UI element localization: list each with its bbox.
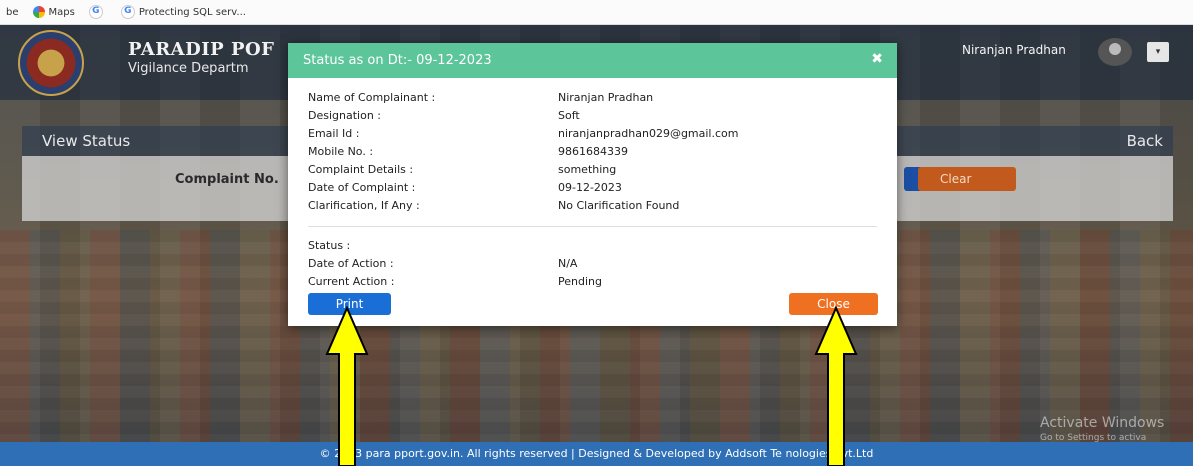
field-label-status: Status :: [308, 239, 351, 252]
field-label-complaint-details: Complaint Details :: [308, 163, 414, 176]
arrow-up-icon: [325, 306, 369, 466]
field-label-mobile: Mobile No. :: [308, 145, 374, 158]
clear-button[interactable]: Clear: [918, 167, 1016, 191]
bookmarks-bar: be Maps G G Protecting SQL serv...: [0, 0, 1193, 25]
status-modal: Status as on Dt:- 09-12-2023 ✖ Name of C…: [288, 43, 897, 326]
field-value-current-action: Pending: [558, 275, 602, 288]
modal-header: Status as on Dt:- 09-12-2023 ✖: [288, 43, 897, 78]
field-label-date-of-complaint: Date of Complaint :: [308, 181, 416, 194]
field-label-email: Email Id :: [308, 127, 360, 140]
field-value-complaint-details: something: [558, 163, 617, 176]
user-name: Niranjan Pradhan: [962, 43, 1066, 57]
modal-divider: [308, 226, 877, 227]
paradip-port-logo: [18, 30, 84, 96]
maps-icon: [32, 6, 45, 18]
field-label-date-of-action: Date of Action :: [308, 257, 394, 270]
arrow-up-icon: [814, 306, 858, 466]
field-value-email: niranjanpradhan029@gmail.com: [558, 127, 739, 140]
field-value-mobile: 9861684339: [558, 145, 628, 158]
field-value-name: Niranjan Pradhan: [558, 91, 654, 104]
field-label-current-action: Current Action :: [308, 275, 395, 288]
footer-text: © 2023 para pport.gov.in. All rights res…: [319, 447, 874, 460]
bookmark-google[interactable]: G: [88, 5, 107, 19]
google-icon: G: [88, 5, 103, 19]
bookmark-label: Protecting SQL serv...: [138, 6, 246, 18]
watermark-title: Activate Windows: [1040, 415, 1165, 431]
view-status-title: View Status: [42, 132, 131, 150]
close-icon[interactable]: ✖: [871, 51, 883, 67]
bookmark-item[interactable]: be: [6, 7, 19, 18]
google-icon: G: [120, 5, 135, 19]
field-label-clarification: Clarification, If Any :: [308, 199, 420, 212]
bookmark-protecting-sql[interactable]: G Protecting SQL serv...: [120, 5, 246, 19]
activate-windows-watermark: Activate Windows Go to Settings to activ…: [1040, 415, 1164, 442]
watermark-subtitle: Go to Settings to activa: [1040, 433, 1147, 442]
modal-title: Status as on Dt:- 09-12-2023: [303, 53, 492, 68]
field-label-name: Name of Complainant :: [308, 91, 436, 104]
back-link[interactable]: Back: [1127, 132, 1163, 150]
brand-subtitle: Vigilance Departm: [128, 61, 249, 76]
bookmark-label: Maps: [48, 6, 75, 18]
field-value-clarification: No Clarification Found: [558, 199, 680, 212]
bookmark-maps[interactable]: Maps: [32, 6, 75, 18]
user-menu-button[interactable]: ▾: [1147, 42, 1169, 62]
field-value-date-of-action: N/A: [558, 257, 578, 270]
field-value-date-of-complaint: 09-12-2023: [558, 181, 622, 194]
brand-title: PARADIP POF: [128, 39, 275, 60]
avatar[interactable]: [1098, 38, 1132, 66]
bookmark-label: be: [6, 6, 19, 18]
field-label-designation: Designation :: [308, 109, 381, 122]
complaint-no-label: Complaint No.: [175, 172, 279, 187]
footer: © 2023 para pport.gov.in. All rights res…: [0, 442, 1193, 466]
field-value-designation: Soft: [558, 109, 580, 122]
